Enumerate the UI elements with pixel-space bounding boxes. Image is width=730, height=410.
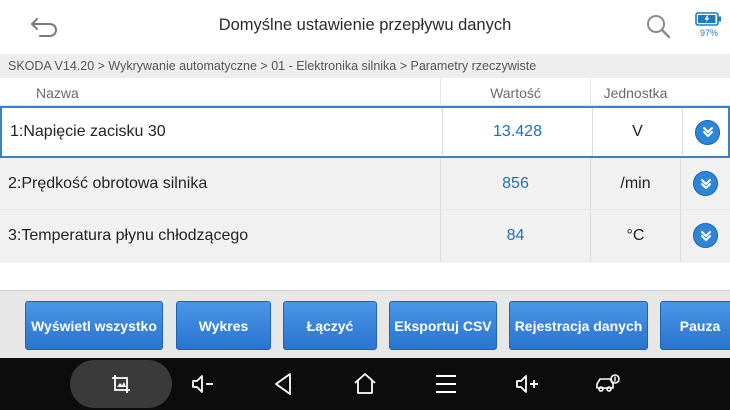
system-nav-bar [0,358,730,410]
back-arrow-icon[interactable] [28,12,62,42]
chevron-down-icon[interactable] [693,171,718,196]
record-data-button[interactable]: Rejestracja danych [509,301,648,350]
table-row[interactable]: 1:Napięcie zacisku 30 13.428 V [0,106,730,158]
pause-button[interactable]: Pauza [660,301,730,350]
row-expand [680,210,730,261]
table-row[interactable]: 2:Prędkość obrotowa silnika 856 /min [0,158,730,210]
row-name: 2:Prędkość obrotowa silnika [8,174,208,192]
home-icon[interactable] [351,370,379,398]
action-bar: Wyświetl wszystko Wykres Łączyć Eksportu… [0,290,730,358]
row-unit: /min [590,158,680,209]
table-header: Nazwa Wartość Jednostka [0,78,730,106]
chevron-down-icon[interactable] [693,223,718,248]
car-diagnostics-icon[interactable] [594,370,622,398]
screenshot-icon[interactable] [107,370,135,398]
column-header-unit: Jednostka [590,78,680,106]
row-unit: V [592,108,682,156]
row-value: 84 [440,210,590,261]
search-icon[interactable] [644,12,674,42]
export-csv-button[interactable]: Eksportuj CSV [389,301,497,350]
data-stream-table: Nazwa Wartość Jednostka 1:Napięcie zacis… [0,78,730,262]
row-unit: °C [590,210,680,261]
volume-down-icon[interactable] [189,370,217,398]
volume-up-icon[interactable] [513,370,541,398]
table-row[interactable]: 3:Temperatura płynu chłodzącego 84 °C [0,210,730,262]
back-triangle-icon[interactable] [270,370,298,398]
recent-apps-icon[interactable] [432,370,460,398]
column-header-name: Nazwa [36,85,79,101]
graph-button[interactable]: Wykres [176,301,271,350]
row-expand [682,108,730,156]
app-header: Domyślne ustawienie przepływu danych 97% [0,0,730,54]
row-value: 856 [440,158,590,209]
breadcrumb: SKODA V14.20 > Wykrywanie automatyczne >… [0,54,730,78]
row-value: 13.428 [442,108,592,156]
combine-button[interactable]: Łączyć [283,301,377,350]
row-name: 3:Temperatura płynu chłodzącego [8,226,249,244]
show-all-button[interactable]: Wyświetl wszystko [25,301,163,350]
page-title: Domyślne ustawienie przepływu danych [218,16,512,34]
column-header-value: Wartość [440,78,590,106]
row-name: 1:Napięcie zacisku 30 [10,123,166,140]
chevron-down-icon[interactable] [695,119,720,145]
row-expand [680,158,730,209]
battery-percent: 97% [699,28,718,38]
